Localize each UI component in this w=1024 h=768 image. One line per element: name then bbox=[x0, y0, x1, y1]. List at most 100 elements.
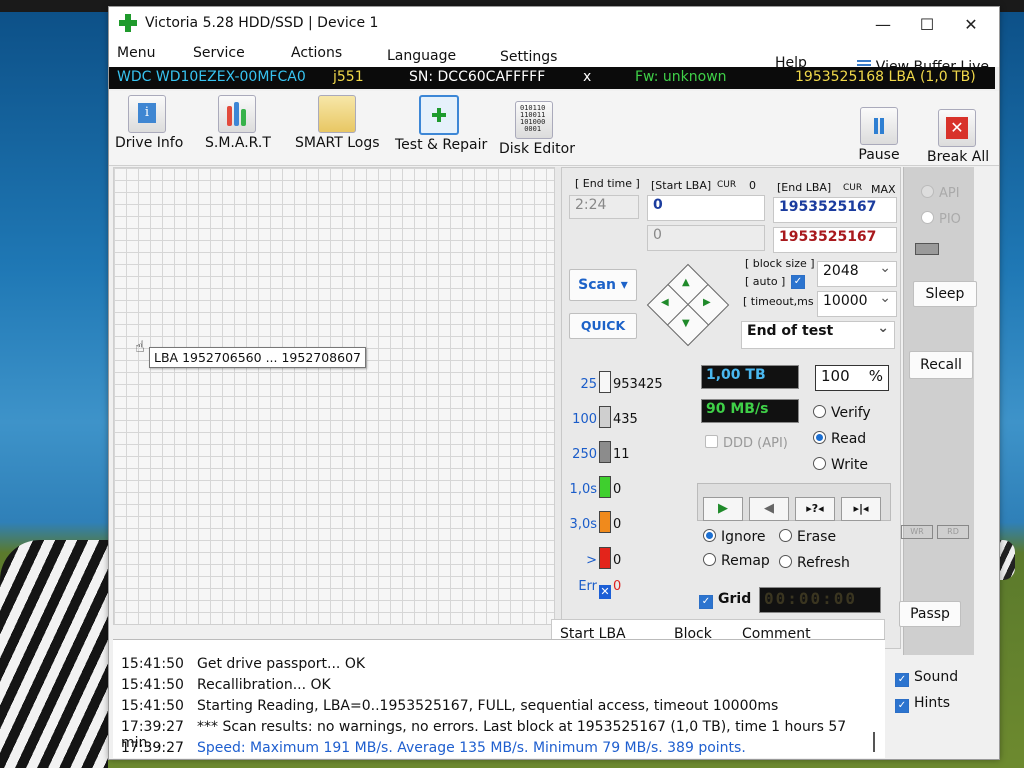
folder-icon bbox=[318, 95, 356, 133]
menu-service[interactable]: Service bbox=[193, 45, 245, 61]
pause-button[interactable]: Pause bbox=[853, 107, 905, 163]
timing-color-swatch bbox=[599, 406, 611, 428]
drive-lba-total: 1953525168 LBA (1,0 TB) bbox=[795, 69, 976, 85]
end-lba-current-field: 1953525167 bbox=[773, 227, 897, 253]
timing-color-swatch bbox=[599, 511, 611, 533]
timeout-select[interactable]: 10000 bbox=[817, 290, 897, 317]
api-radio-dot bbox=[921, 185, 934, 198]
api-radio[interactable]: API bbox=[921, 185, 960, 201]
write-radio[interactable]: Write bbox=[813, 457, 868, 473]
tool-disk-editor[interactable]: 010110 110011 101000 0001 Disk Editor bbox=[499, 101, 575, 157]
auto-label: [ auto ] bbox=[745, 275, 786, 288]
timing-label: 1,0s bbox=[569, 482, 597, 497]
tool-smart-logs[interactable]: SMART Logs bbox=[295, 95, 380, 151]
refresh-radio[interactable]: Refresh bbox=[779, 555, 850, 571]
start-lba-field[interactable]: 0 bbox=[647, 195, 765, 221]
sound-checkbox[interactable]: ✓ Sound bbox=[895, 669, 958, 687]
grid-checkbox[interactable]: ✓ Grid bbox=[699, 591, 751, 609]
timing-count: 435 bbox=[613, 412, 638, 427]
percent-readout: 100% bbox=[815, 365, 889, 391]
break-all-button[interactable]: ✕ Break All bbox=[927, 109, 989, 165]
menu-actions[interactable]: Actions bbox=[291, 45, 342, 61]
passport-button[interactable]: Passp bbox=[899, 601, 961, 627]
hints-checkbox[interactable]: ✓ Hints bbox=[895, 695, 950, 713]
serial-close[interactable]: x bbox=[583, 69, 591, 85]
end-lba-label: [End LBA] bbox=[777, 181, 832, 194]
sleep-button[interactable]: Sleep bbox=[913, 281, 977, 307]
timing-row: 25 953425 bbox=[563, 371, 663, 393]
log-scrollbar[interactable] bbox=[873, 732, 875, 752]
toolbar: i Drive Info S.M.A.R.T SMART Logs Test &… bbox=[109, 91, 999, 166]
pio-radio[interactable]: PIO bbox=[921, 211, 961, 227]
timing-count: 11 bbox=[613, 447, 630, 462]
timing-row: 3,0s 0 bbox=[563, 511, 621, 533]
end-cur-button[interactable]: CUR bbox=[843, 183, 862, 193]
menu-menu[interactable]: Menu bbox=[117, 45, 155, 61]
timing-row: Err ✕ 0 bbox=[563, 579, 621, 599]
jump-end-button[interactable]: ▸|◂ bbox=[841, 497, 881, 521]
timing-count: 0 bbox=[613, 553, 622, 568]
reverse-button[interactable]: ◀ bbox=[749, 497, 789, 521]
timing-count: 0 bbox=[613, 517, 622, 532]
timer-readout: 00:00:00 bbox=[759, 587, 881, 613]
verify-radio-dot bbox=[813, 405, 826, 418]
timing-row: 250 11 bbox=[563, 441, 630, 463]
remap-radio-dot bbox=[703, 553, 716, 566]
end-max-button[interactable]: MAX bbox=[871, 183, 896, 196]
tool-test-repair[interactable]: Test & Repair bbox=[395, 95, 487, 153]
block-size-select[interactable]: 2048 bbox=[817, 260, 897, 287]
start-zero-button[interactable]: 0 bbox=[749, 179, 756, 192]
drive-model[interactable]: WDC WD10EZEX-00MFCA0 bbox=[117, 69, 306, 85]
log-message: Speed: Maximum 191 MB/s. Average 135 MB/… bbox=[197, 740, 746, 756]
log-message: Recallibration... OK bbox=[197, 677, 331, 693]
timing-color-swatch bbox=[599, 441, 611, 463]
start-cur-button[interactable]: CUR bbox=[717, 180, 736, 190]
surface-block-map[interactable] bbox=[113, 167, 555, 625]
end-time-field[interactable]: 2:24 bbox=[569, 195, 639, 219]
pio-label: PIO bbox=[939, 212, 961, 227]
grid-check-mark: ✓ bbox=[699, 595, 713, 609]
menu-language[interactable]: Language bbox=[387, 48, 456, 64]
scan-button[interactable]: Scan ▾ bbox=[569, 269, 637, 301]
maximize-button[interactable]: ☐ bbox=[905, 13, 949, 37]
ignore-radio[interactable]: Ignore bbox=[703, 529, 766, 545]
test-repair-plus-icon bbox=[419, 95, 459, 135]
timeout-value: 10000 bbox=[823, 293, 868, 309]
minimize-button[interactable]: — bbox=[861, 13, 905, 37]
end-of-test-select[interactable]: End of test bbox=[741, 320, 895, 349]
log-message: Starting Reading, LBA=0..1953525167, FUL… bbox=[197, 698, 779, 714]
wallpaper-zebra bbox=[0, 540, 108, 768]
erase-radio[interactable]: Erase bbox=[779, 529, 836, 545]
end-time-label: [ End time ] bbox=[575, 177, 640, 190]
drive-serial: SN: DCC60CAFFFFF bbox=[409, 69, 546, 85]
remap-radio[interactable]: Remap bbox=[703, 553, 770, 569]
timing-row: 1,0s 0 bbox=[563, 476, 621, 498]
tool-smart[interactable]: S.M.A.R.T bbox=[205, 95, 271, 151]
smart-test-tubes-icon bbox=[218, 95, 256, 133]
auto-checkbox[interactable]: ✓ bbox=[791, 275, 805, 289]
jump-search-button[interactable]: ▸?◂ bbox=[795, 497, 835, 521]
grid-label: Grid bbox=[718, 591, 752, 607]
ddd-api-checkbox[interactable]: DDD (API) bbox=[705, 435, 788, 451]
quick-button[interactable]: QUICK bbox=[569, 313, 637, 339]
remap-label: Remap bbox=[721, 553, 770, 569]
drive-info-bar: WDC WD10EZEX-00MFCA0 j551 SN: DCC60CAFFF… bbox=[109, 67, 995, 89]
current-lba-field: 0 bbox=[647, 225, 765, 251]
ddd-checkbox-box bbox=[705, 435, 718, 448]
recall-button[interactable]: Recall bbox=[909, 351, 973, 379]
erase-label: Erase bbox=[797, 529, 837, 545]
tool-drive-info[interactable]: i Drive Info bbox=[115, 95, 183, 151]
menu-settings[interactable]: Settings bbox=[500, 49, 557, 65]
sound-check-mark: ✓ bbox=[895, 673, 909, 687]
erase-radio-dot bbox=[779, 529, 792, 542]
hand-cursor-icon: ☝ bbox=[135, 337, 145, 356]
end-lba-field[interactable]: 1953525167 bbox=[773, 197, 897, 223]
play-button[interactable]: ▶ bbox=[703, 497, 743, 521]
close-button[interactable]: ✕ bbox=[949, 13, 993, 37]
timing-color-swatch bbox=[599, 371, 611, 393]
timing-label: 100 bbox=[572, 412, 597, 427]
read-radio[interactable]: Read bbox=[813, 431, 866, 447]
read-radio-dot bbox=[813, 431, 826, 444]
api-label: API bbox=[939, 186, 960, 201]
verify-radio[interactable]: Verify bbox=[813, 405, 871, 421]
